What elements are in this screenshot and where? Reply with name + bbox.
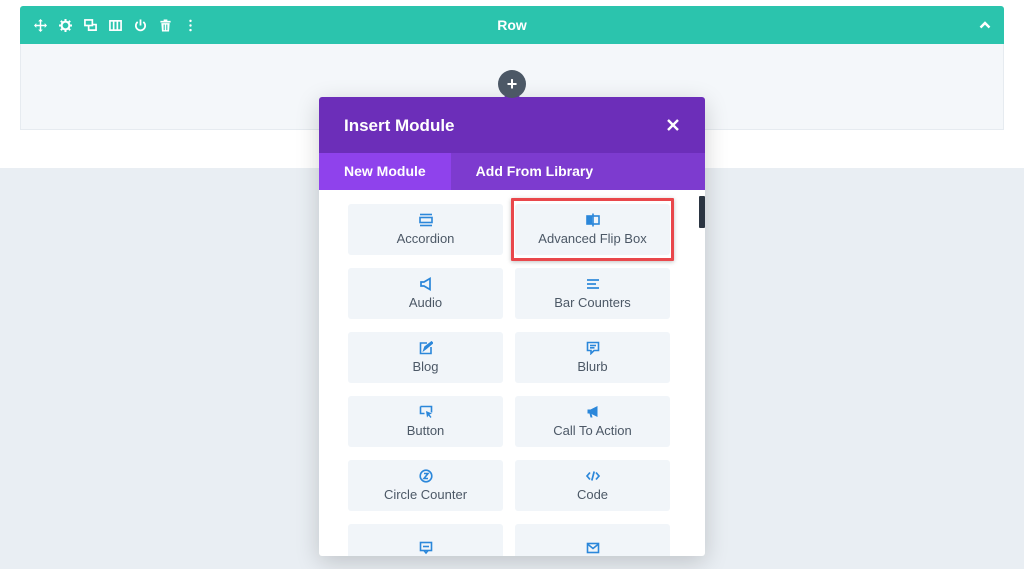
row-toolbar: Row <box>20 6 1004 44</box>
code-icon <box>585 469 600 487</box>
trash-icon[interactable] <box>159 18 172 32</box>
power-icon[interactable] <box>134 18 147 32</box>
duplicate-icon[interactable] <box>84 18 97 32</box>
move-icon[interactable] <box>34 18 47 32</box>
module-code[interactable]: Code <box>515 460 670 511</box>
tab-new-module[interactable]: New Module <box>319 153 451 190</box>
module-accordion[interactable]: Accordion <box>348 204 503 255</box>
module-label: Button <box>406 423 445 438</box>
columns-icon[interactable] <box>109 19 122 32</box>
blog-icon <box>419 341 433 359</box>
module-label: Blurb <box>577 359 608 374</box>
module-label: Code <box>576 487 609 502</box>
module-label: Bar Counters <box>554 295 631 310</box>
module-label: Accordion <box>396 231 455 246</box>
add-module-button[interactable]: + <box>498 70 526 98</box>
module-list: Accordion Advanced Flip Box Audio Bar Co… <box>319 190 705 556</box>
module-label: Blog <box>412 359 439 374</box>
scrollbar[interactable] <box>699 196 705 228</box>
modal-title: Insert Module <box>344 116 455 135</box>
module-label: Circle Counter <box>383 487 468 502</box>
module-label: Call To Action <box>553 423 632 438</box>
modal-tabs: New Module Add From Library <box>319 153 705 190</box>
call-to-action-icon <box>586 405 600 423</box>
module-label: Advanced Flip Box <box>538 231 647 246</box>
flip-box-icon <box>585 213 600 231</box>
module-blog[interactable]: Blog <box>348 332 503 383</box>
modal-header: Insert Module <box>319 97 705 153</box>
module-label: Audio <box>408 295 443 310</box>
gear-icon[interactable] <box>59 18 72 32</box>
circle-counter-icon <box>418 469 433 487</box>
module-circle-counter[interactable]: Circle Counter <box>348 460 503 511</box>
close-icon[interactable] <box>665 117 681 133</box>
insert-module-modal: Insert Module New Module Add From Librar… <box>319 97 705 556</box>
blurb-icon <box>586 341 600 359</box>
button-icon <box>419 405 433 423</box>
audio-icon <box>419 277 433 295</box>
module-audio[interactable]: Audio <box>348 268 503 319</box>
module-call-to-action[interactable]: Call To Action <box>515 396 670 447</box>
comments-icon <box>419 541 433 557</box>
row-tools <box>34 6 197 44</box>
module-bar-counters[interactable]: Bar Counters <box>515 268 670 319</box>
module-blurb[interactable]: Blurb <box>515 332 670 383</box>
module-contact-form[interactable] <box>515 524 670 556</box>
more-icon[interactable] <box>184 19 197 32</box>
accordion-icon <box>418 213 433 231</box>
chevron-up-icon[interactable] <box>978 18 992 32</box>
tab-add-from-library[interactable]: Add From Library <box>451 153 618 190</box>
module-comments[interactable] <box>348 524 503 556</box>
module-button[interactable]: Button <box>348 396 503 447</box>
module-advanced-flip-box[interactable]: Advanced Flip Box <box>511 198 674 261</box>
bar-counters-icon <box>586 277 600 295</box>
contact-form-icon <box>586 541 600 557</box>
